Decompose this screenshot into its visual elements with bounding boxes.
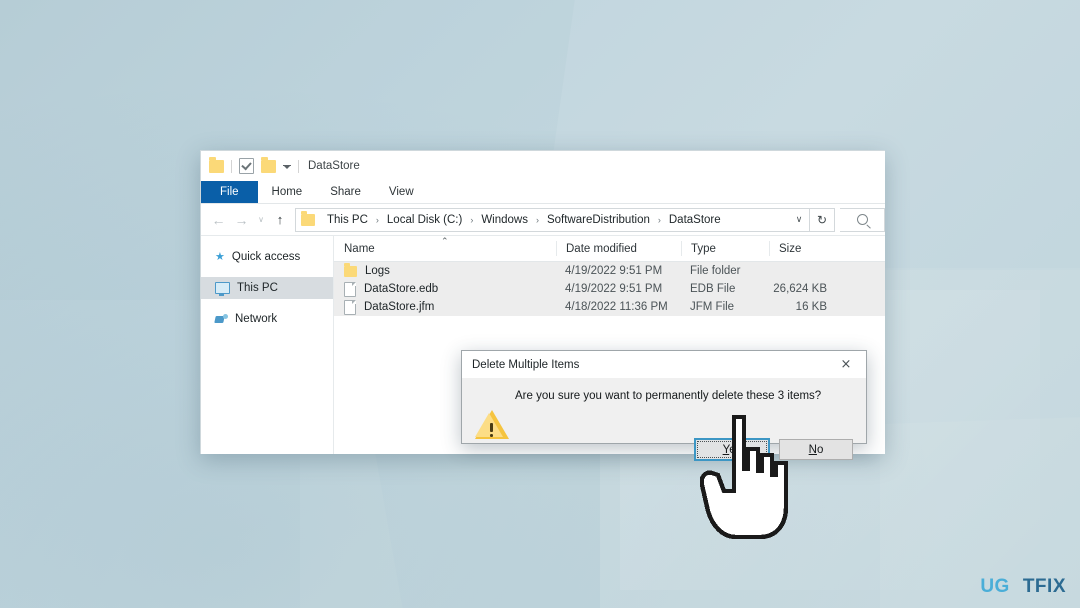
ugetfix-watermark: UG ⹞ TFIX bbox=[980, 576, 1066, 598]
watermark-part-3: TFIX bbox=[1023, 576, 1066, 598]
back-arrow-icon[interactable]: ← bbox=[207, 208, 230, 232]
dialog-title: Delete Multiple Items bbox=[472, 359, 579, 371]
navigation-pane[interactable]: ★ Quick access This PC Network bbox=[201, 236, 334, 454]
desktop-background: DataStore File Home Share View ← → ∨ ↑ T… bbox=[0, 0, 1080, 608]
type-cell: EDB File bbox=[681, 283, 769, 295]
nav-spacer bbox=[201, 268, 333, 277]
watermark-part-1: UG bbox=[980, 576, 1010, 598]
file-icon bbox=[344, 282, 356, 297]
column-header-type[interactable]: Type bbox=[681, 241, 769, 256]
table-row[interactable]: DataStore.jfm 4/18/2022 11:36 PM JFM Fil… bbox=[334, 298, 885, 316]
column-header-label: Name bbox=[344, 243, 375, 255]
sidebar-item-label: Quick access bbox=[232, 251, 300, 263]
file-name-label: DataStore.jfm bbox=[364, 301, 434, 313]
address-bar[interactable]: This PC › Local Disk (C:) › Windows › So… bbox=[295, 208, 810, 232]
breadcrumb-separator-icon: › bbox=[463, 215, 480, 225]
date-modified-cell: 4/19/2022 9:51 PM bbox=[556, 283, 681, 295]
breadcrumb-separator-icon: › bbox=[529, 215, 546, 225]
column-header-size[interactable]: Size bbox=[769, 241, 833, 256]
new-folder-icon[interactable] bbox=[261, 160, 276, 173]
sidebar-item-quick-access[interactable]: ★ Quick access bbox=[201, 246, 333, 268]
customize-chevron-icon[interactable] bbox=[283, 165, 291, 169]
file-name-label: Logs bbox=[365, 265, 390, 277]
file-name-cell[interactable]: DataStore.edb bbox=[334, 282, 556, 297]
star-icon: ★ bbox=[215, 252, 225, 263]
date-modified-cell: 4/19/2022 9:51 PM bbox=[556, 265, 681, 277]
breadcrumb-item-this-pc[interactable]: This PC bbox=[326, 214, 369, 226]
warning-exclamation-stroke bbox=[490, 423, 493, 432]
file-name-cell[interactable]: DataStore.jfm bbox=[334, 300, 556, 315]
column-header-row[interactable]: Name ⌃ Date modified Type Size bbox=[334, 236, 885, 262]
breadcrumb-separator-icon: › bbox=[651, 215, 668, 225]
tab-view[interactable]: View bbox=[375, 181, 428, 203]
refresh-button[interactable]: ↻ bbox=[810, 208, 835, 232]
dialog-title-bar[interactable]: Delete Multiple Items × bbox=[462, 351, 866, 378]
type-cell: File folder bbox=[681, 265, 769, 277]
window-title: DataStore bbox=[308, 160, 360, 172]
address-toolbar[interactable]: ← → ∨ ↑ This PC › Local Disk (C:) › Wind… bbox=[201, 204, 885, 235]
toolbar-divider bbox=[231, 160, 232, 173]
dialog-message: Are you sure you want to permanently del… bbox=[515, 390, 821, 402]
up-arrow-icon[interactable]: ↑ bbox=[269, 208, 291, 232]
properties-icon[interactable] bbox=[239, 158, 254, 174]
file-name-cell[interactable]: Logs bbox=[334, 265, 556, 277]
sort-ascending-caret-icon: ⌃ bbox=[441, 236, 449, 247]
no-button-accel: N bbox=[809, 444, 817, 456]
breadcrumb-item-softwaredistribution[interactable]: SoftwareDistribution bbox=[546, 214, 651, 226]
date-modified-cell: 4/18/2022 11:36 PM bbox=[556, 301, 681, 313]
address-folder-icon bbox=[301, 214, 315, 226]
file-icon bbox=[344, 300, 356, 315]
sidebar-item-label: Network bbox=[235, 313, 277, 325]
close-icon[interactable]: × bbox=[826, 351, 866, 378]
wallpaper-panel-5 bbox=[880, 268, 1080, 608]
folder-icon bbox=[344, 266, 357, 277]
computer-icon bbox=[215, 282, 230, 294]
table-row[interactable]: Logs 4/19/2022 9:51 PM File folder bbox=[334, 262, 885, 280]
search-icon bbox=[857, 214, 868, 225]
warning-exclamation-dot bbox=[490, 434, 493, 437]
size-cell: 26,624 KB bbox=[769, 283, 833, 295]
dialog-body: Are you sure you want to permanently del… bbox=[462, 378, 866, 442]
tab-file[interactable]: File bbox=[201, 181, 258, 203]
file-list-empty-area[interactable] bbox=[334, 316, 885, 341]
address-dropdown-chevron-icon[interactable]: ∨ bbox=[789, 214, 809, 225]
forward-arrow-icon[interactable]: → bbox=[230, 208, 253, 232]
sidebar-item-label: This PC bbox=[237, 282, 278, 294]
column-header-name[interactable]: Name ⌃ bbox=[334, 241, 556, 256]
tab-home[interactable]: Home bbox=[258, 181, 317, 203]
sidebar-item-network[interactable]: Network bbox=[201, 308, 333, 330]
file-name-label: DataStore.edb bbox=[364, 283, 438, 295]
hand-pointer-cursor bbox=[700, 413, 792, 543]
size-cell: 16 KB bbox=[769, 301, 833, 313]
breadcrumb-separator-icon: › bbox=[369, 215, 386, 225]
breadcrumb[interactable]: This PC › Local Disk (C:) › Windows › So… bbox=[326, 214, 722, 226]
tab-share[interactable]: Share bbox=[316, 181, 375, 203]
breadcrumb-item-local-disk[interactable]: Local Disk (C:) bbox=[386, 214, 463, 226]
ribbon-tab-bar[interactable]: File Home Share View bbox=[201, 181, 885, 204]
search-input[interactable] bbox=[840, 208, 885, 232]
nav-spacer bbox=[201, 299, 333, 308]
breadcrumb-item-windows[interactable]: Windows bbox=[480, 214, 529, 226]
title-bar[interactable]: DataStore bbox=[201, 151, 885, 181]
breadcrumb-item-datastore[interactable]: DataStore bbox=[668, 214, 722, 226]
watermark-part-2: ⹞ bbox=[1010, 576, 1023, 598]
column-header-date-modified[interactable]: Date modified bbox=[556, 241, 681, 256]
folder-icon[interactable] bbox=[209, 160, 224, 173]
sidebar-item-this-pc[interactable]: This PC bbox=[201, 277, 333, 299]
network-icon bbox=[215, 314, 228, 325]
type-cell: JFM File bbox=[681, 301, 769, 313]
toolbar-divider bbox=[298, 160, 299, 173]
table-row[interactable]: DataStore.edb 4/19/2022 9:51 PM EDB File… bbox=[334, 280, 885, 298]
recent-locations-chevron-icon[interactable]: ∨ bbox=[253, 208, 269, 232]
warning-triangle-inner bbox=[475, 413, 503, 437]
delete-confirmation-dialog[interactable]: Delete Multiple Items × Are you sure you… bbox=[461, 350, 867, 444]
no-button-label: o bbox=[817, 444, 823, 456]
